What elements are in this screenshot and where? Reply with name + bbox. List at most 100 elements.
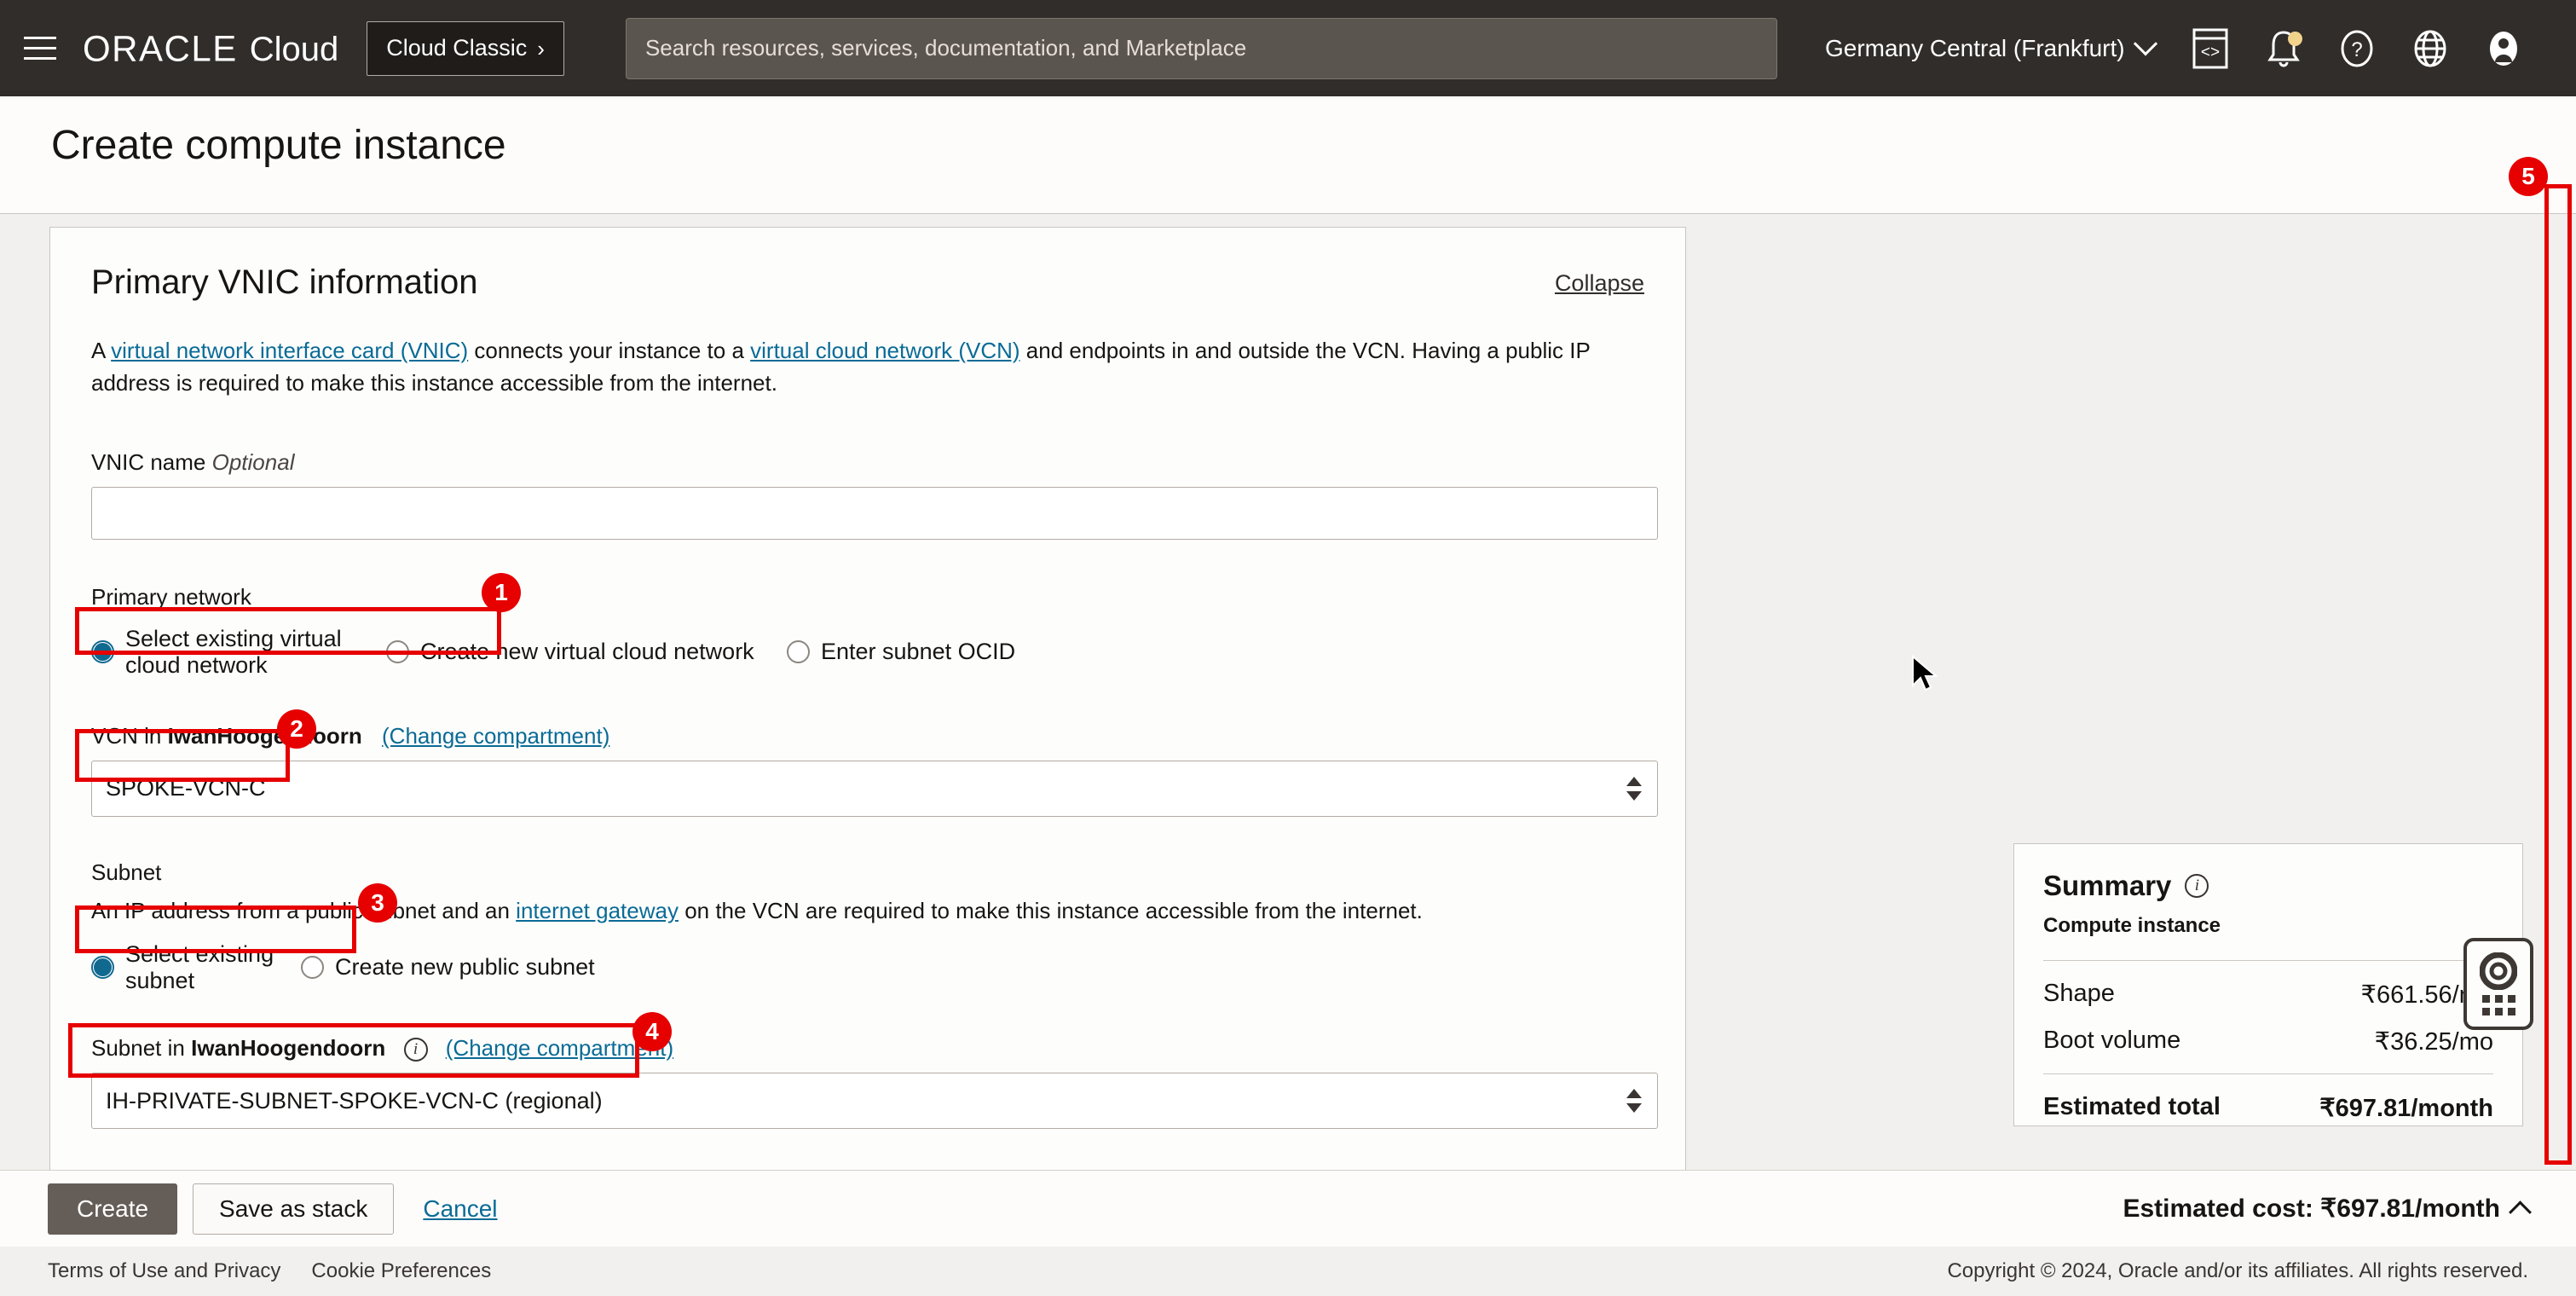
vcn-compartment-name: IwanHoogendoorn bbox=[168, 723, 362, 749]
summary-row-boot-volume: Boot volume ₹36.25/mo bbox=[2043, 1027, 2493, 1056]
summary-row-label: Shape bbox=[2043, 980, 2115, 1010]
notifications-bell-icon[interactable] bbox=[2263, 28, 2304, 69]
vcn-label: VCN in IwanHoogendoorn (Change compartme… bbox=[91, 723, 1644, 749]
radio-circle-icon bbox=[386, 640, 409, 663]
help-question-icon[interactable]: ? bbox=[2336, 28, 2377, 69]
info-icon[interactable]: i bbox=[404, 1038, 428, 1062]
radio-circle-icon bbox=[787, 640, 810, 663]
oracle-cloud-logo[interactable]: ORACLE Cloud bbox=[83, 28, 338, 69]
chevron-down-icon bbox=[2133, 32, 2157, 55]
chevron-right-icon: › bbox=[537, 38, 545, 60]
summary-title: Summary bbox=[2043, 870, 2171, 902]
copyright-text: Copyright © 2024, Oracle and/or its affi… bbox=[1947, 1259, 2528, 1283]
subnet-select-label: Subnet in IwanHoogendoorn i (Change comp… bbox=[91, 1035, 1644, 1062]
radio-label: Enter subnet OCID bbox=[821, 639, 1015, 665]
subnet-selected-value: IH-PRIVATE-SUBNET-SPOKE-VCN-C (regional) bbox=[106, 1088, 603, 1114]
summary-subtitle: Compute instance bbox=[2043, 914, 2493, 938]
notification-badge-dot bbox=[2288, 32, 2302, 46]
vnic-name-input[interactable] bbox=[91, 487, 1658, 540]
vcn-selected-value: SPOKE-VCN-C bbox=[106, 775, 266, 801]
subnet-radio-row: Select existing subnet Create new public… bbox=[91, 941, 1644, 994]
cancel-link[interactable]: Cancel bbox=[423, 1195, 497, 1223]
subnet-compartment-name: IwanHoogendoorn bbox=[191, 1035, 385, 1061]
primary-network-label: Primary network bbox=[91, 584, 1644, 610]
vnic-doc-link[interactable]: virtual network interface card (VNIC) bbox=[111, 338, 468, 363]
radio-label: Select existing virtual cloud network bbox=[125, 626, 347, 679]
radio-create-new-vcn[interactable]: Create new virtual cloud network bbox=[386, 639, 787, 665]
drag-handle-dots-icon[interactable] bbox=[2482, 995, 2515, 1015]
cloud-classic-label: Cloud Classic bbox=[386, 35, 527, 61]
nav-icon-group: <> ? bbox=[2190, 28, 2524, 69]
save-as-stack-button[interactable]: Save as stack bbox=[193, 1183, 394, 1235]
vcn-doc-link[interactable]: virtual cloud network (VCN) bbox=[750, 338, 1019, 363]
vnic-description: A virtual network interface card (VNIC) … bbox=[91, 334, 1626, 400]
desc-pre: A bbox=[91, 338, 111, 363]
primary-network-group: Primary network Select existing virtual … bbox=[91, 584, 1644, 679]
cloud-shell-icon[interactable]: <> bbox=[2190, 28, 2231, 69]
subnet-desc-pre: An IP address from a public subnet and a… bbox=[91, 898, 516, 923]
page-body: Primary VNIC information Collapse A virt… bbox=[0, 213, 2576, 1170]
info-icon[interactable]: i bbox=[2185, 874, 2209, 898]
page-title: Create compute instance bbox=[51, 122, 506, 169]
radio-circle-icon bbox=[91, 640, 114, 663]
subnet-select[interactable]: IH-PRIVATE-SUBNET-SPOKE-VCN-C (regional) bbox=[91, 1073, 1658, 1129]
lifesaver-glyph bbox=[2480, 952, 2517, 990]
summary-panel: Summary i Compute instance Shape ₹661.56… bbox=[2013, 843, 2523, 1126]
hamburger-menu-icon[interactable] bbox=[19, 29, 61, 68]
radio-select-existing-vcn[interactable]: Select existing virtual cloud network bbox=[91, 626, 347, 679]
action-bar: Create Save as stack Cancel Estimated co… bbox=[0, 1170, 2576, 1247]
page-footer: Terms of Use and Privacy Cookie Preferen… bbox=[0, 1247, 2576, 1296]
select-spinner-icon bbox=[1626, 777, 1642, 801]
radio-select-existing-subnet[interactable]: Select existing subnet bbox=[91, 941, 301, 994]
create-button[interactable]: Create bbox=[48, 1183, 177, 1235]
vnic-name-field-group: VNIC name Optional bbox=[91, 449, 1644, 540]
summary-total-value: ₹697.81/month bbox=[2319, 1093, 2493, 1123]
internet-gateway-link[interactable]: internet gateway bbox=[516, 898, 679, 923]
radio-label: Select existing subnet bbox=[125, 941, 301, 994]
subnet-desc-post: on the VCN are required to make this ins… bbox=[679, 898, 1423, 923]
radio-label: Create new virtual cloud network bbox=[420, 639, 754, 665]
vnic-name-label: VNIC name Optional bbox=[91, 449, 1644, 476]
mouse-cursor bbox=[1911, 655, 1940, 696]
summary-total-row: Estimated total ₹697.81/month bbox=[2043, 1093, 2493, 1123]
summary-divider-bottom bbox=[2043, 1073, 2493, 1074]
cloud-classic-button[interactable]: Cloud Classic › bbox=[367, 21, 564, 76]
user-profile-icon[interactable] bbox=[2483, 28, 2524, 69]
vnic-name-label-text: VNIC name bbox=[91, 449, 205, 475]
collapse-link[interactable]: Collapse bbox=[1555, 270, 1644, 297]
vcn-change-compartment-link[interactable]: (Change compartment) bbox=[382, 723, 609, 749]
search-input[interactable] bbox=[645, 35, 1758, 61]
radio-circle-icon bbox=[91, 956, 114, 979]
support-lifesaver-icon[interactable] bbox=[2463, 938, 2533, 1030]
summary-divider-top bbox=[2043, 960, 2493, 961]
global-search-box[interactable] bbox=[626, 18, 1777, 79]
radio-circle-icon bbox=[301, 956, 324, 979]
select-spinner-icon bbox=[1626, 1089, 1642, 1113]
radio-create-new-public-subnet[interactable]: Create new public subnet bbox=[301, 954, 595, 981]
region-label: Germany Central (Frankfurt) bbox=[1825, 35, 2125, 62]
radio-enter-subnet-ocid[interactable]: Enter subnet OCID bbox=[787, 639, 1015, 665]
page-header: Create compute instance bbox=[0, 96, 2576, 213]
logo-oracle-text: ORACLE bbox=[83, 27, 238, 69]
subnet-group: Subnet An IP address from a public subne… bbox=[91, 859, 1644, 994]
estimated-cost-toggle[interactable]: Estimated cost: ₹697.81/month bbox=[2123, 1194, 2528, 1224]
summary-total-label: Estimated total bbox=[2043, 1093, 2221, 1123]
summary-row-value: ₹36.25/mo bbox=[2375, 1027, 2493, 1056]
summary-row-label: Boot volume bbox=[2043, 1027, 2180, 1056]
subnet-change-compartment-link[interactable]: (Change compartment) bbox=[446, 1035, 673, 1061]
primary-network-radio-row: Select existing virtual cloud network Cr… bbox=[91, 626, 1644, 679]
caret-up-icon bbox=[2509, 1201, 2532, 1224]
terms-of-use-link[interactable]: Terms of Use and Privacy bbox=[48, 1259, 280, 1283]
radio-label: Create new public subnet bbox=[335, 954, 595, 981]
vcn-label-pre: VCN in bbox=[91, 723, 168, 749]
vnic-name-optional-tag: Optional bbox=[212, 449, 295, 475]
cookie-preferences-link[interactable]: Cookie Preferences bbox=[311, 1259, 491, 1283]
logo-cloud-text: Cloud bbox=[250, 31, 339, 69]
subnet-heading: Subnet bbox=[91, 859, 1644, 886]
vcn-select[interactable]: SPOKE-VCN-C bbox=[91, 761, 1658, 817]
language-globe-icon[interactable] bbox=[2410, 28, 2451, 69]
subnet-field-group: Subnet in IwanHoogendoorn i (Change comp… bbox=[91, 1035, 1644, 1129]
top-navigation-bar: ORACLE Cloud Cloud Classic › Germany Cen… bbox=[0, 0, 2576, 96]
region-selector[interactable]: Germany Central (Frankfurt) bbox=[1825, 35, 2154, 62]
primary-vnic-information-card: Primary VNIC information Collapse A virt… bbox=[49, 227, 1686, 1172]
